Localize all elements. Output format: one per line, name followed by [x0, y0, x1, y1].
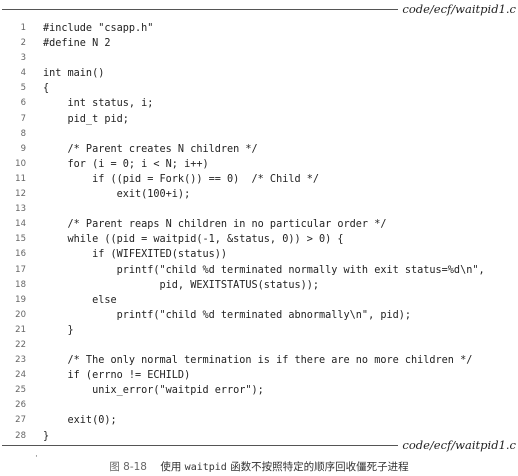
code-line: 8	[0, 127, 518, 142]
code-text: for (i = 0; i < N; i++)	[43, 158, 209, 170]
code-text: unix_error("waitpid error");	[43, 385, 264, 397]
code-text: /* The only normal termination is if the…	[43, 355, 473, 367]
header-file-label: code/ecf/waitpid1.c	[402, 2, 516, 16]
line-number: 22	[15, 339, 26, 350]
code-line: 3	[0, 51, 518, 66]
line-number: 10	[15, 158, 26, 169]
line-number: 2	[20, 38, 26, 49]
line-number: 21	[15, 324, 26, 335]
line-number: 6	[20, 98, 26, 109]
line-number: 9	[20, 143, 26, 154]
line-number: 1	[20, 23, 26, 33]
code-text: if ((pid = Fork()) == 0) /* Child */	[43, 173, 320, 185]
code-line: 11 if ((pid = Fork()) == 0) /* Child */	[0, 172, 518, 187]
code-line: 4 int main()	[0, 66, 518, 81]
code-line: 21 }	[0, 323, 518, 338]
code-line: 9 /* Parent creates N children */	[0, 142, 518, 157]
code-line: 1 #include "csapp.h"	[0, 21, 518, 36]
figure-caption: 图 8-18 使用 waitpid 函数不按照特定的顺序回收僵死子进程	[0, 459, 518, 474]
code-line: 2 #define N 2	[0, 36, 518, 51]
line-number: 14	[15, 219, 26, 230]
line-number: 18	[15, 279, 26, 290]
code-text: printf("child %d terminated abnormally\n…	[43, 309, 412, 321]
code-line: 13	[0, 202, 518, 217]
code-line: 25 unix_error("waitpid error");	[0, 383, 518, 398]
code-line: 10 for (i = 0; i < N; i++)	[0, 157, 518, 172]
footer-file-label: code/ecf/waitpid1.c	[402, 438, 516, 452]
header-rule: code/ecf/waitpid1.c	[0, 1, 518, 17]
line-number: 27	[15, 415, 26, 426]
line-number: 15	[15, 234, 26, 245]
code-text: exit(100+i);	[43, 189, 191, 201]
line-number: 17	[15, 264, 26, 275]
figure-number: 图 8-18	[109, 461, 147, 473]
footer-divider	[2, 444, 399, 446]
code-text: pid_t pid;	[43, 113, 129, 125]
line-number: 19	[15, 294, 26, 305]
code-text: exit(0);	[43, 415, 117, 427]
line-number: 25	[15, 385, 26, 396]
code-line: 20 printf("child %d terminated abnormall…	[0, 308, 518, 323]
code-line: 17 printf("child %d terminated normally …	[0, 263, 518, 278]
code-line: 19 else	[0, 293, 518, 308]
line-number: 11	[15, 173, 26, 184]
line-number: 13	[15, 204, 26, 215]
code-text: #include "csapp.h"	[43, 23, 154, 34]
code-text: if (errno != ECHILD)	[43, 370, 191, 382]
line-number: 24	[15, 370, 26, 381]
code-text: int main()	[43, 68, 105, 80]
code-text: printf("child %d terminated normally wit…	[43, 264, 485, 276]
caption-function-name: waitpid	[184, 462, 227, 473]
code-text: #define N 2	[43, 38, 111, 50]
line-number: 3	[20, 53, 26, 64]
line-number: 8	[20, 128, 26, 139]
caption-suffix: 函数不按照特定的顺序回收僵死子进程	[230, 461, 409, 473]
line-number: 4	[20, 68, 26, 79]
footer-rule: code/ecf/waitpid1.c	[0, 437, 518, 453]
code-line: 12 exit(100+i);	[0, 187, 518, 202]
code-line: 14 /* Parent reaps N children in no part…	[0, 217, 518, 232]
code-text: /* Parent reaps N children in no particu…	[43, 219, 387, 231]
code-text: while ((pid = waitpid(-1, &status, 0)) >…	[43, 234, 344, 246]
line-number: 5	[20, 83, 26, 94]
code-line: 6 int status, i;	[0, 96, 518, 111]
line-number: 23	[15, 355, 26, 366]
code-listing: 1 #include "csapp.h" 2 #define N 2 3 4 int mai…	[0, 21, 518, 444]
line-number: 7	[20, 113, 26, 124]
code-line: 5{	[0, 81, 518, 96]
code-text: if (WIFEXITED(status))	[43, 249, 228, 261]
code-line: 15 while ((pid = waitpid(-1, &status, 0)…	[0, 232, 518, 247]
code-line: 7 pid_t pid;	[0, 112, 518, 127]
code-line: 18 pid, WEXITSTATUS(status));	[0, 278, 518, 293]
code-line: 27 exit(0);	[0, 413, 518, 428]
code-line: 23 /* The only normal termination is if …	[0, 353, 518, 368]
code-line: 26	[0, 398, 518, 413]
code-text: }	[43, 324, 74, 336]
caption-prefix: 使用	[160, 461, 182, 473]
code-line: 16 if (WIFEXITED(status))	[0, 247, 518, 262]
header-divider	[2, 8, 399, 10]
code-text: int status, i;	[43, 98, 154, 110]
code-line: 22	[0, 338, 518, 353]
line-number: 12	[15, 189, 26, 200]
line-number: 16	[15, 249, 26, 260]
code-text: pid, WEXITSTATUS(status));	[43, 279, 320, 291]
code-line: 24 if (errno != ECHILD)	[0, 368, 518, 383]
line-number: 20	[15, 309, 26, 320]
line-number: 26	[15, 400, 26, 411]
code-text: /* Parent creates N children */	[43, 143, 258, 155]
code-text: else	[43, 294, 117, 306]
code-text: {	[43, 83, 50, 95]
